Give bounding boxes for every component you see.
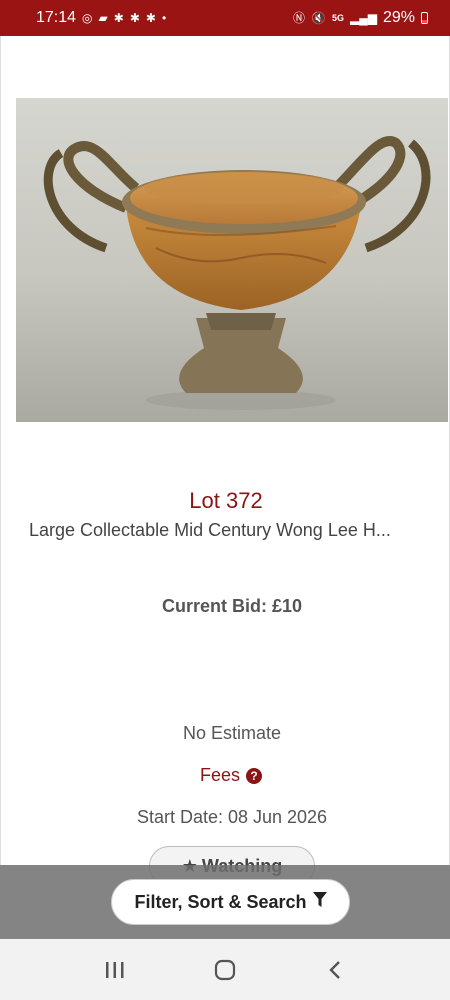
filter-funnel-icon	[312, 891, 327, 913]
lot-image[interactable]	[16, 98, 448, 422]
lot-number: Lot 372	[189, 488, 263, 513]
battery-percent: 29%	[382, 9, 415, 26]
recent-apps-icon	[106, 961, 124, 978]
notification-icon: ✱	[129, 11, 140, 25]
nfc-icon: Ⓝ	[293, 11, 306, 25]
current-bid: Current Bid: £10	[161, 596, 303, 616]
bowl-image	[43, 136, 431, 410]
status-right: Ⓝ 🔇 5G ▂▄▆ 29%	[293, 9, 428, 27]
estimate: No Estimate	[182, 723, 282, 743]
network-type-label: 5G	[331, 12, 344, 23]
notification-icon: ✱	[145, 11, 156, 25]
battery-icon	[421, 12, 428, 24]
lot-title[interactable]: Large Collectable Mid Century Wong Lee H…	[29, 520, 439, 541]
message-icon: ▰	[98, 11, 108, 25]
home-icon	[214, 959, 236, 980]
system-nav-bar	[0, 939, 450, 1000]
start-date: Start Date: 08 Jun 2026	[136, 807, 328, 827]
recent-apps-button[interactable]	[95, 950, 135, 990]
home-button[interactable]	[205, 950, 245, 990]
status-time: 17:14	[36, 9, 77, 26]
filter-sort-search-button[interactable]: Filter, Sort & Search	[111, 879, 350, 925]
threads-icon: ◎	[82, 11, 93, 25]
status-left: 17:14 ◎ ▰ ✱ ✱ ✱ •	[36, 9, 166, 27]
fees-link[interactable]: Fees ?	[200, 765, 263, 786]
back-icon	[329, 960, 340, 979]
help-icon: ?	[246, 767, 263, 784]
filter-label: Filter, Sort & Search	[134, 891, 307, 912]
signal-icon: ▂▄▆	[350, 11, 377, 25]
status-bar: 17:14 ◎ ▰ ✱ ✱ ✱ • Ⓝ 🔇 5G ▂▄▆ 29%	[0, 0, 450, 36]
mute-icon: 🔇	[311, 11, 326, 25]
fees-label: Fees	[200, 765, 241, 785]
more-notifications-icon: •	[161, 11, 167, 25]
filter-bar: Filter, Sort & Search	[0, 865, 450, 939]
back-button[interactable]	[315, 950, 355, 990]
lot-detail: Lot 372 Large Collectable Mid Century Wo…	[0, 36, 450, 886]
notification-icon: ✱	[113, 11, 124, 25]
